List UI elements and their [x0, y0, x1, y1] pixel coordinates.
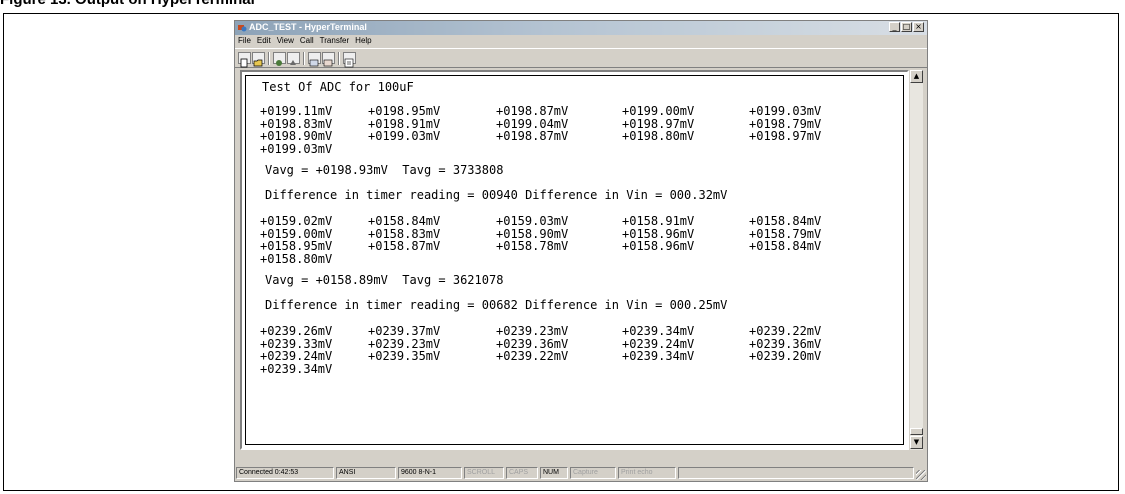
window-title: ADC_TEST - HyperTerminal: [249, 22, 367, 32]
reading-value: +0198.87mV: [496, 129, 569, 143]
reading-value: +0158.78mV: [496, 239, 569, 253]
reading-value: +0158.84mV: [749, 239, 822, 253]
scroll-down-icon[interactable]: ▼: [910, 436, 923, 449]
reading-value: +0158.80mV: [260, 251, 333, 266]
disconnect-icon[interactable]: [287, 52, 300, 65]
average-line: Vavg = +0158.89mV Tavg = 3621078: [265, 273, 504, 287]
toolbar: [235, 48, 927, 68]
reading-value: +0239.35mV: [368, 349, 441, 363]
scroll-thumb[interactable]: [910, 428, 923, 435]
reading-value: +0199.03mV: [368, 129, 441, 143]
status-caps: CAPS: [506, 467, 538, 479]
status-num: NUM: [540, 467, 568, 479]
terminal-heading: Test Of ADC for 100uF: [262, 80, 414, 94]
resize-grip-icon[interactable]: [916, 470, 926, 480]
terminal-area[interactable]: Test Of ADC for 100uF +0199.11mV +0198.95…: [240, 70, 909, 450]
reading-value: +0158.96mV: [622, 239, 695, 253]
average-line: Vavg = +0198.93mV Tavg = 3733808: [265, 163, 504, 177]
reading-value: +0239.22mV: [496, 349, 569, 363]
connect-icon[interactable]: [273, 52, 286, 66]
vertical-scrollbar[interactable]: ▲ ▼: [909, 70, 923, 450]
difference-line: Difference in timer reading = 00940 Diff…: [265, 188, 728, 202]
status-bar: Connected 0:42:53 ANSI 9600 8-N-1 SCROLL…: [235, 465, 927, 481]
menu-view[interactable]: View: [277, 35, 294, 47]
minimize-button[interactable]: _: [889, 22, 900, 32]
hyperterminal-app-icon: [238, 25, 247, 32]
toolbar-separator: [338, 52, 340, 65]
status-capture: Capture: [570, 467, 616, 479]
reading-value: +0239.34mV: [260, 361, 333, 376]
reading-value: +0158.87mV: [368, 239, 441, 253]
status-scroll: SCROLL: [464, 467, 504, 479]
menu-help[interactable]: Help: [355, 35, 371, 47]
status-connected: Connected 0:42:53: [236, 467, 334, 479]
receive-icon[interactable]: [322, 52, 335, 67]
reading-value: +0199.03mV: [260, 141, 333, 156]
toolbar-separator: [268, 52, 270, 65]
reading-value: +0198.97mV: [749, 129, 822, 143]
status-emulation: ANSI: [336, 467, 396, 479]
status-print-echo: Print echo: [618, 467, 676, 479]
menu-call[interactable]: Call: [300, 35, 314, 47]
status-empty: [678, 467, 914, 479]
maximize-button[interactable]: □: [901, 22, 912, 32]
difference-line: Difference in timer reading = 00682 Diff…: [265, 298, 728, 312]
menu-bar: File Edit View Call Transfer Help: [235, 35, 927, 47]
open-icon[interactable]: [252, 52, 265, 67]
reading-value: +0239.20mV: [749, 349, 822, 363]
reading-value: +0198.80mV: [622, 129, 695, 143]
close-button[interactable]: ×: [913, 22, 924, 32]
hyperterminal-window: ADC_TEST - HyperTerminal _ □ × File Edit…: [234, 20, 928, 482]
menu-file[interactable]: File: [238, 35, 251, 47]
send-icon[interactable]: [308, 52, 321, 67]
figure-caption: Figure 13. Output on HyperTerminal: [0, 0, 255, 8]
menu-edit[interactable]: Edit: [257, 35, 271, 47]
scroll-up-icon[interactable]: ▲: [910, 70, 923, 83]
menu-transfer[interactable]: Transfer: [320, 35, 350, 47]
status-settings: 9600 8-N-1: [398, 467, 462, 479]
reading-value: +0239.34mV: [622, 349, 695, 363]
new-icon[interactable]: [238, 52, 251, 68]
title-bar[interactable]: ADC_TEST - HyperTerminal _ □ ×: [235, 21, 927, 35]
properties-icon[interactable]: [343, 52, 356, 68]
toolbar-separator: [303, 52, 305, 65]
